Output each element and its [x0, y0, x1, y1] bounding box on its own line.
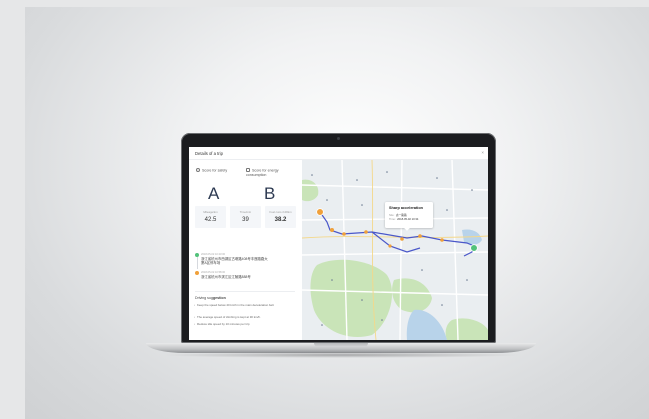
poi-dot: [326, 199, 328, 201]
safety-score-label: Score for safety: [202, 168, 228, 173]
energy-grade: B: [264, 184, 276, 203]
laptop-lid: Details of a trip × Score for safety Sco…: [181, 133, 496, 343]
stat-label: Mileage/km: [203, 210, 218, 214]
battery-icon: [246, 168, 250, 172]
end-dot-icon: [195, 271, 199, 275]
event-marker-icon[interactable]: [440, 238, 444, 242]
event-time: 2018-05-02 10:58:00: [201, 271, 226, 274]
tooltip-site-value: 古一路路: [395, 214, 407, 217]
poi-dot: [436, 177, 438, 179]
laptop-screen: Details of a trip × Score for safety Sco…: [189, 147, 488, 340]
map-canvas[interactable]: [302, 160, 488, 340]
event-address: 浙江省杭州市西湖区古墩路408号丰莲路路大厦A区停车场: [201, 257, 268, 266]
event-tooltip: Sharp acceleration Site: 古一路路 Time: 2018-0…: [385, 202, 433, 228]
dialog-titlebar: Details of a trip ×: [189, 147, 488, 160]
poi-dot: [331, 279, 333, 281]
energy-score-header: Score for energy consumption: [246, 168, 298, 177]
dialog-title: Details of a trip: [195, 151, 223, 156]
end-marker-icon[interactable]: [470, 244, 478, 252]
stat-value: 38.2: [274, 217, 287, 223]
trip-map[interactable]: Sharp acceleration Site: 古一路路 Time: 2018-0…: [302, 160, 488, 340]
start-dot-icon: [195, 253, 199, 257]
poi-dot: [321, 324, 323, 326]
poi-dot: [386, 171, 388, 173]
poi-dot: [441, 304, 443, 306]
camera-dot: [337, 137, 340, 140]
suggestion-title-prefix: Driving sug: [195, 296, 213, 300]
stat-label: Fuel cons./100km: [269, 210, 292, 214]
start-marker-icon[interactable]: [316, 208, 324, 216]
tooltip-time-row: Time: 2018-05-02 10:34: [389, 218, 418, 221]
event-marker-icon[interactable]: [418, 234, 422, 238]
poi-dot: [421, 269, 423, 271]
tooltip-site-label: Site:: [389, 214, 395, 217]
tooltip-title: Sharp acceleration: [389, 206, 423, 210]
poi-dot: [471, 189, 473, 191]
poi-dot: [311, 174, 313, 176]
laptop-shadow: [160, 352, 522, 358]
tooltip-time-label: Time:: [389, 218, 396, 221]
stat-fuel: Fuel cons./100km 38.2: [265, 206, 296, 228]
event-start[interactable]: 2018-05-02 10:23:00 浙江省杭州市西湖区古墩路408号丰莲路路…: [195, 253, 297, 268]
poi-dot: [361, 299, 363, 301]
event-marker-icon[interactable]: [342, 232, 346, 236]
event-marker-icon[interactable]: [400, 237, 404, 241]
event-end[interactable]: 2018-05-02 10:58:00 浙江省杭州市滨江区江陵路888号: [195, 271, 297, 283]
poi-dot: [356, 179, 358, 181]
energy-score-label: Score for energy consumption: [246, 168, 279, 177]
trip-summary-panel: Score for safety Score for energy consum…: [189, 160, 302, 340]
suggestion-title: Driving suggestion: [195, 296, 226, 300]
safety-grade: A: [208, 184, 220, 203]
event-address: 浙江省杭州市滨江区江陵路888号: [201, 275, 251, 279]
poi-dot: [381, 319, 383, 321]
stat-time: Time/min 39: [230, 206, 261, 228]
laptop-base-notch: [314, 343, 368, 347]
tooltip-site-row: Site: 古一路路: [389, 213, 407, 217]
close-icon[interactable]: ×: [481, 150, 484, 155]
stat-value: 42.5: [204, 217, 217, 223]
suggestion-title-suffix: gestion: [212, 296, 226, 300]
event-marker-icon[interactable]: [330, 228, 334, 232]
suggestion-item: The average speed of climbing is kept at…: [194, 315, 295, 319]
poi-dot: [466, 279, 468, 281]
shield-icon: [196, 168, 200, 172]
stat-mileage: Mileage/km 42.5: [195, 206, 226, 228]
suggestion-item: Reduce idle speed by 10 minutes per trip: [194, 322, 295, 326]
section-divider: [195, 291, 295, 292]
event-marker-icon[interactable]: [388, 244, 392, 248]
safety-score-header: Score for safety: [196, 168, 244, 173]
suggestion-item: Keep the speed below 40 km/h in the main…: [194, 303, 295, 307]
tooltip-time-value: 2018-05-02 10:34: [397, 218, 419, 221]
event-marker-icon[interactable]: [364, 230, 368, 234]
stat-value: 39: [242, 217, 249, 223]
poi-dot: [446, 209, 448, 211]
stat-label: Time/min: [239, 210, 252, 214]
event-time: 2018-05-02 10:23:00: [201, 253, 226, 256]
poi-dot: [361, 204, 363, 206]
